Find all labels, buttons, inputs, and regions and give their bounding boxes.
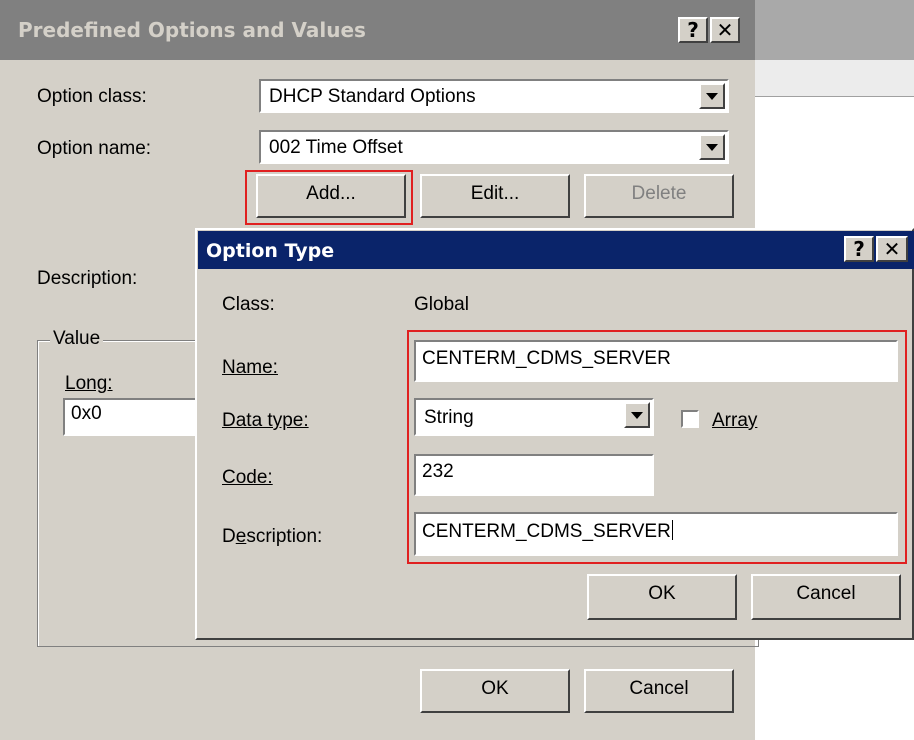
option-class-dropdown[interactable]: DHCP Standard Options — [259, 79, 729, 113]
description-label: Description: — [222, 526, 323, 547]
fields-highlight — [407, 330, 907, 564]
option-type-ok-button[interactable]: OK — [587, 574, 737, 620]
name-label: Name: — [222, 357, 278, 378]
close-icon[interactable]: ✕ — [876, 236, 908, 262]
long-value-input[interactable]: 0x0 — [63, 398, 203, 436]
value-group-label: Value — [50, 328, 104, 350]
chevron-down-icon[interactable] — [699, 83, 725, 109]
long-label: Long: — [65, 373, 113, 394]
data-type-label: Data type: — [222, 410, 309, 431]
option-type-cancel-button[interactable]: Cancel — [751, 574, 901, 620]
option-name-label: Option name: — [37, 138, 152, 159]
option-type-title: Option Type — [206, 240, 335, 262]
help-icon[interactable]: ? — [678, 17, 708, 43]
description-label: Description: — [37, 268, 138, 289]
option-class-value: DHCP Standard Options — [269, 86, 476, 107]
add-button-highlight — [245, 170, 413, 225]
main-dialog-title: Predefined Options and Values — [18, 18, 366, 42]
main-ok-button[interactable]: OK — [420, 669, 570, 713]
option-name-dropdown[interactable]: 002 Time Offset — [259, 130, 729, 164]
close-icon[interactable]: ✕ — [710, 17, 740, 43]
edit-button[interactable]: Edit... — [420, 174, 570, 218]
delete-button[interactable]: Delete — [584, 174, 734, 218]
option-name-value: 002 Time Offset — [269, 137, 403, 158]
code-label: Code: — [222, 467, 273, 488]
chevron-down-icon[interactable] — [699, 134, 725, 160]
class-label: Class: — [222, 294, 275, 315]
main-cancel-button[interactable]: Cancel — [584, 669, 734, 713]
class-value: Global — [414, 294, 469, 315]
option-class-label: Option class: — [37, 86, 147, 107]
background-window-titlebar — [752, 0, 914, 60]
background-window-header — [752, 60, 914, 97]
help-icon[interactable]: ? — [844, 236, 874, 262]
